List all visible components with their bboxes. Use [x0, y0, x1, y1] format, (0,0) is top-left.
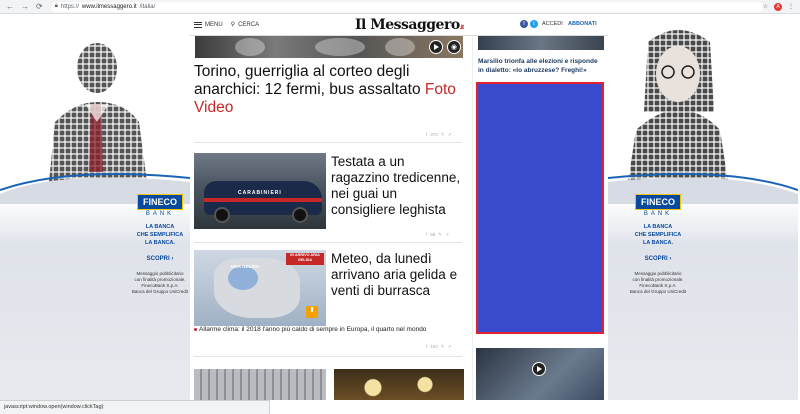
article-image-riot[interactable]: ◉ [195, 36, 463, 58]
article-title-marsilio[interactable]: Marsilio trionfa alle elezioni e rispond… [478, 57, 604, 75]
article-title-meteo[interactable]: Meteo, da lunedì arrivano aria gelida e … [331, 251, 463, 299]
fineco-legal: Messaggio pubblicitario con finalità prom… [629, 271, 687, 294]
article-title-testata[interactable]: Testata a un ragazzino tredicenne, nei g… [331, 154, 463, 218]
subscribe-link[interactable]: ABBONATI [568, 21, 597, 27]
main-column: ◉ Torino, guerriglia al corteo degli ana… [190, 36, 472, 400]
related-article-link[interactable]: Allarme clima: il 2018 l'anno più caldo … [194, 325, 462, 334]
side-ad-right[interactable]: FINECO BANK LA BANCA CHE SEMPLIFICA LA BAN… [608, 14, 798, 400]
ad-banner[interactable] [476, 82, 604, 334]
more-icon[interactable]: ⋮ [788, 3, 794, 10]
divider [194, 356, 462, 357]
facebook-icon[interactable]: f [520, 20, 528, 28]
divider [194, 242, 462, 243]
site-header: MENU ⚲ CERCA Il Messaggero.it f t ACCEDI… [190, 14, 608, 36]
article-image-marsilio[interactable] [478, 36, 604, 50]
article-image-carabinieri[interactable]: CARABINIERI [194, 153, 326, 229]
fineco-cta-button[interactable]: SCOPRI › [147, 256, 174, 262]
fineco-tagline: LA BANCA CHE SEMPLIFICA LA BANCA. [634, 224, 682, 246]
fineco-cta-button[interactable]: SCOPRI › [645, 256, 672, 262]
fineco-logo: FINECO [634, 194, 681, 210]
twitter-icon[interactable]: t [530, 20, 538, 28]
browser-nav: ← → ⟳ [0, 2, 43, 11]
share-icon: ↗ [447, 344, 452, 349]
forward-icon[interactable]: → [21, 2, 29, 11]
url-path: /italia/ [139, 3, 156, 10]
back-icon[interactable]: ← [6, 2, 14, 11]
portrait-woman-image [628, 30, 728, 182]
facebook-icon: f [426, 344, 428, 349]
comment-icon: ✎ [440, 132, 445, 137]
play-video-icon[interactable] [532, 362, 546, 376]
lock-icon: 🔒︎ [54, 3, 58, 9]
share-icon: ↗ [445, 232, 449, 237]
portrait-man-image [49, 43, 147, 182]
hamburger-icon [194, 21, 202, 28]
reload-icon[interactable]: ⟳ [36, 2, 43, 11]
share-icon: ↗ [447, 132, 452, 137]
address-bar[interactable]: 🔒︎ https://www.ilmessaggero.it/italia/ [50, 1, 763, 12]
right-column: Marsilio trionfa alle elezioni e rispond… [472, 36, 608, 400]
share-meta: f 68 ✎ ↗ [426, 232, 449, 237]
login-link[interactable]: ACCEDI [542, 21, 563, 27]
menu-button[interactable]: MENU [194, 21, 223, 28]
page: FINECO BANK LA BANCA CHE SEMPLIFICA LA BAN… [0, 14, 800, 414]
search-icon: ⚲ [230, 22, 236, 28]
play-video-icon[interactable] [429, 40, 443, 54]
fineco-bank-label: BANK [643, 211, 673, 217]
browser-toolbar: ← → ⟳ 🔒︎ https://www.ilmessaggero.it/ita… [0, 0, 800, 14]
comment-icon: ✎ [440, 344, 445, 349]
fineco-ad-right[interactable]: FINECO BANK LA BANCA CHE SEMPLIFICA LA BAN… [608, 192, 708, 295]
url-host: www.ilmessaggero.it [81, 3, 137, 10]
channel-logo-icon: ▮ [306, 306, 318, 318]
site-logo[interactable]: Il Messaggero.it [355, 17, 464, 33]
divider [194, 142, 462, 143]
breaking-badge: IN ARRIVO ARIA GELIDA [286, 253, 324, 265]
share-meta: f 150 ✎ ↗ [426, 344, 452, 349]
camera-icon[interactable]: ◉ [447, 40, 461, 54]
share-meta: f 372 ✎ ↗ [426, 132, 452, 137]
article-image-wine[interactable] [334, 369, 464, 400]
side-ad-left[interactable]: FINECO BANK LA BANCA CHE SEMPLIFICA LA BAN… [0, 14, 190, 400]
star-icon[interactable]: ☆ [763, 3, 768, 10]
status-bar: javascript:window.open(window.clickTag) [0, 400, 270, 414]
article-image-building[interactable] [194, 369, 326, 400]
facebook-icon: f [426, 132, 428, 137]
search-label: CERCA [238, 21, 260, 28]
article-title-riot[interactable]: Torino, guerriglia al corteo degli anarc… [194, 63, 464, 117]
url-scheme: https:// [60, 3, 79, 10]
article-image-meteo[interactable]: ARIA GELIDA IN ARRIVO ARIA GELIDA ▮ [194, 250, 326, 326]
fineco-logo: FINECO [136, 194, 183, 210]
facebook-icon: f [426, 232, 428, 237]
video-thumbnail[interactable] [476, 348, 604, 400]
comment-icon: ✎ [438, 232, 443, 237]
profile-avatar[interactable]: A [774, 2, 782, 11]
social-links: f t [520, 20, 538, 28]
map-label: ARIA GELIDA [230, 264, 260, 269]
search-button[interactable]: ⚲ CERCA [230, 21, 260, 29]
menu-label: MENU [205, 21, 223, 28]
